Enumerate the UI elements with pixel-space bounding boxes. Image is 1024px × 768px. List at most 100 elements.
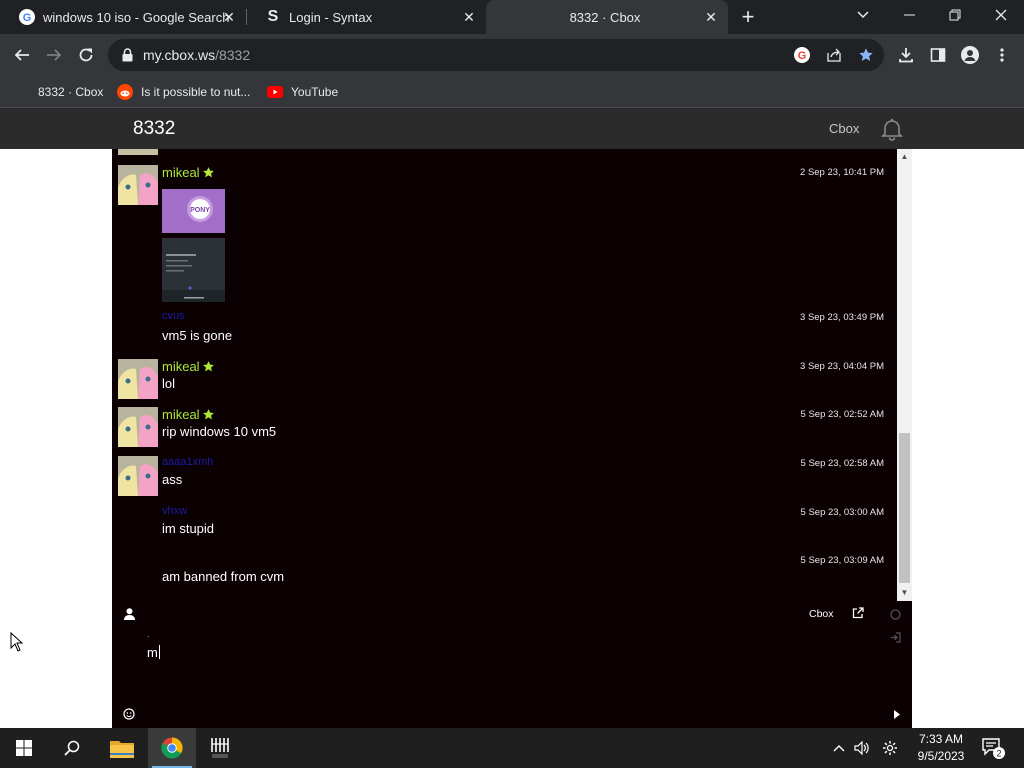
bookmark-label: Is it possible to nut... [141, 85, 251, 99]
username[interactable]: mikeal [162, 165, 215, 180]
avatar[interactable] [118, 407, 158, 447]
chat-box: mikeal 2 Sep 23, 10:41 PM PONY cvus 3 Se… [112, 149, 912, 728]
windows-start-icon[interactable] [0, 728, 48, 768]
scroll-up-arrow-icon[interactable]: ▲ [900, 153, 909, 161]
cbox-brand-link[interactable]: Cbox [829, 121, 859, 136]
tab-search-chevron-icon[interactable] [840, 0, 886, 30]
star-icon [202, 360, 215, 373]
tab-title: windows 10 iso - Google Search [43, 9, 230, 25]
page-content: 8332 Cbox mikeal 2 Sep 23, 10:41 PM PONY… [0, 108, 1024, 728]
back-arrow-icon[interactable] [8, 41, 36, 69]
bookmark-cbox[interactable]: 8332 · Cbox [38, 82, 103, 102]
emoji-icon[interactable] [122, 707, 136, 721]
notification-center-icon[interactable]: 2 [981, 736, 1005, 760]
chat-input-area: Cbox . m [112, 601, 912, 728]
message-time: 5 Sep 23, 03:09 AM [800, 555, 884, 566]
external-link-icon[interactable] [851, 606, 865, 620]
star-icon [202, 408, 215, 421]
taskbar-clock[interactable]: 7:33 AM 9/5/2023 [910, 731, 972, 765]
message-time: 3 Sep 23, 03:49 PM [800, 312, 884, 323]
message-text: am banned from cvm [162, 569, 285, 584]
restore-icon[interactable] [932, 0, 978, 30]
tab-google-search[interactable]: G windows 10 iso - Google Search ✕ [0, 0, 246, 34]
user-icon[interactable] [122, 607, 136, 621]
avatar [118, 149, 158, 155]
close-tab-icon[interactable]: ✕ [703, 9, 719, 25]
reload-icon[interactable] [72, 41, 100, 69]
close-tab-icon[interactable]: ✕ [221, 9, 237, 25]
name-field[interactable]: . [147, 629, 150, 639]
google-icon: G [19, 9, 35, 25]
notification-count: 2 [996, 749, 1001, 759]
browser-toolbar: my.cbox.ws/8332 G [0, 34, 1024, 76]
bookmark-star-icon[interactable] [856, 45, 876, 65]
forward-arrow-icon[interactable] [40, 41, 68, 69]
bookmarks-bar: 8332 · Cbox Is it possible to nut... You… [0, 76, 1024, 108]
bookmark-youtube[interactable]: YouTube [267, 82, 338, 102]
url-text: my.cbox.ws/8332 [143, 47, 251, 63]
my-little-pony-logo-image[interactable]: PONY [162, 189, 225, 233]
screenshot-thumbnail-image[interactable] [162, 238, 225, 302]
close-window-icon[interactable] [978, 0, 1024, 30]
tab-login-syntax[interactable]: S Login - Syntax ✕ [246, 0, 486, 34]
scrollbar-thumb[interactable] [899, 433, 910, 583]
kebab-menu-icon[interactable] [988, 41, 1016, 69]
youtube-icon [267, 84, 283, 100]
status-circle-icon[interactable] [888, 607, 902, 621]
minimize-icon[interactable] [886, 0, 932, 30]
svg-text:PONY: PONY [190, 207, 210, 214]
close-tab-icon[interactable]: ✕ [461, 9, 477, 25]
message-text: lol [162, 376, 176, 391]
message-input[interactable]: m [147, 645, 160, 660]
login-icon[interactable] [888, 630, 902, 644]
send-arrow-icon[interactable] [890, 707, 904, 721]
bell-icon[interactable] [879, 116, 905, 142]
syntax-s-icon: S [267, 8, 279, 25]
chevron-up-icon[interactable] [830, 728, 848, 768]
search-icon[interactable] [48, 728, 96, 768]
settings-gear-icon[interactable] [880, 728, 900, 768]
bookmark-reddit[interactable]: Is it possible to nut... [117, 82, 250, 102]
reddit-icon [117, 84, 133, 100]
message-text: rip windows 10 vm5 [162, 424, 277, 439]
mouse-cursor-icon [10, 631, 24, 652]
chat-scrollbar[interactable]: ▲ ▼ [897, 149, 912, 601]
scroll-down-arrow-icon[interactable]: ▼ [900, 589, 909, 597]
chrome-taskbar-icon[interactable] [148, 728, 196, 768]
file-explorer-icon[interactable] [98, 728, 146, 768]
username[interactable]: vhxw [162, 505, 187, 517]
google-lens-icon[interactable]: G [792, 45, 812, 65]
username[interactable]: cvus [162, 310, 185, 322]
bookmark-label: 8332 · Cbox [38, 85, 104, 99]
message-time: 2 Sep 23, 10:41 PM [800, 167, 884, 178]
avatar[interactable] [118, 456, 158, 496]
avatar[interactable] [118, 359, 158, 399]
share-icon[interactable] [824, 45, 844, 65]
avatar[interactable] [118, 165, 158, 205]
side-panel-icon[interactable] [924, 41, 952, 69]
svg-text:G: G [798, 50, 807, 62]
tab-cbox-active[interactable]: 8332 · Cbox ✕ [486, 0, 728, 34]
profile-icon[interactable] [956, 41, 984, 69]
lock-icon[interactable] [120, 48, 134, 62]
message-text: ass [162, 472, 183, 487]
clock-time: 7:33 AM [918, 732, 964, 746]
windows-taskbar: 7:33 AM 9/5/2023 2 [0, 728, 1024, 768]
app-taskbar-icon[interactable] [196, 728, 244, 768]
message-list[interactable]: mikeal 2 Sep 23, 10:41 PM PONY cvus 3 Se… [112, 149, 896, 595]
volume-icon[interactable] [852, 728, 872, 768]
username[interactable]: mikeal [162, 407, 215, 422]
address-bar[interactable]: my.cbox.ws/8332 G [108, 39, 884, 71]
message-time: 5 Sep 23, 02:58 AM [800, 458, 884, 469]
username[interactable]: mikeal [162, 359, 215, 374]
svg-text:G: G [23, 12, 32, 24]
download-icon[interactable] [892, 41, 920, 69]
cbox-footer-link[interactable]: Cbox [809, 608, 834, 620]
bookmark-label: YouTube [291, 85, 339, 99]
cbox-header: 8332 Cbox [0, 108, 1024, 149]
message-time: 5 Sep 23, 02:52 AM [800, 409, 884, 420]
clock-date: 9/5/2023 [917, 749, 965, 763]
username[interactable]: aaaa1xmh [162, 456, 213, 468]
new-tab-icon[interactable]: + [738, 6, 758, 28]
message-text: vm5 is gone [162, 328, 233, 343]
